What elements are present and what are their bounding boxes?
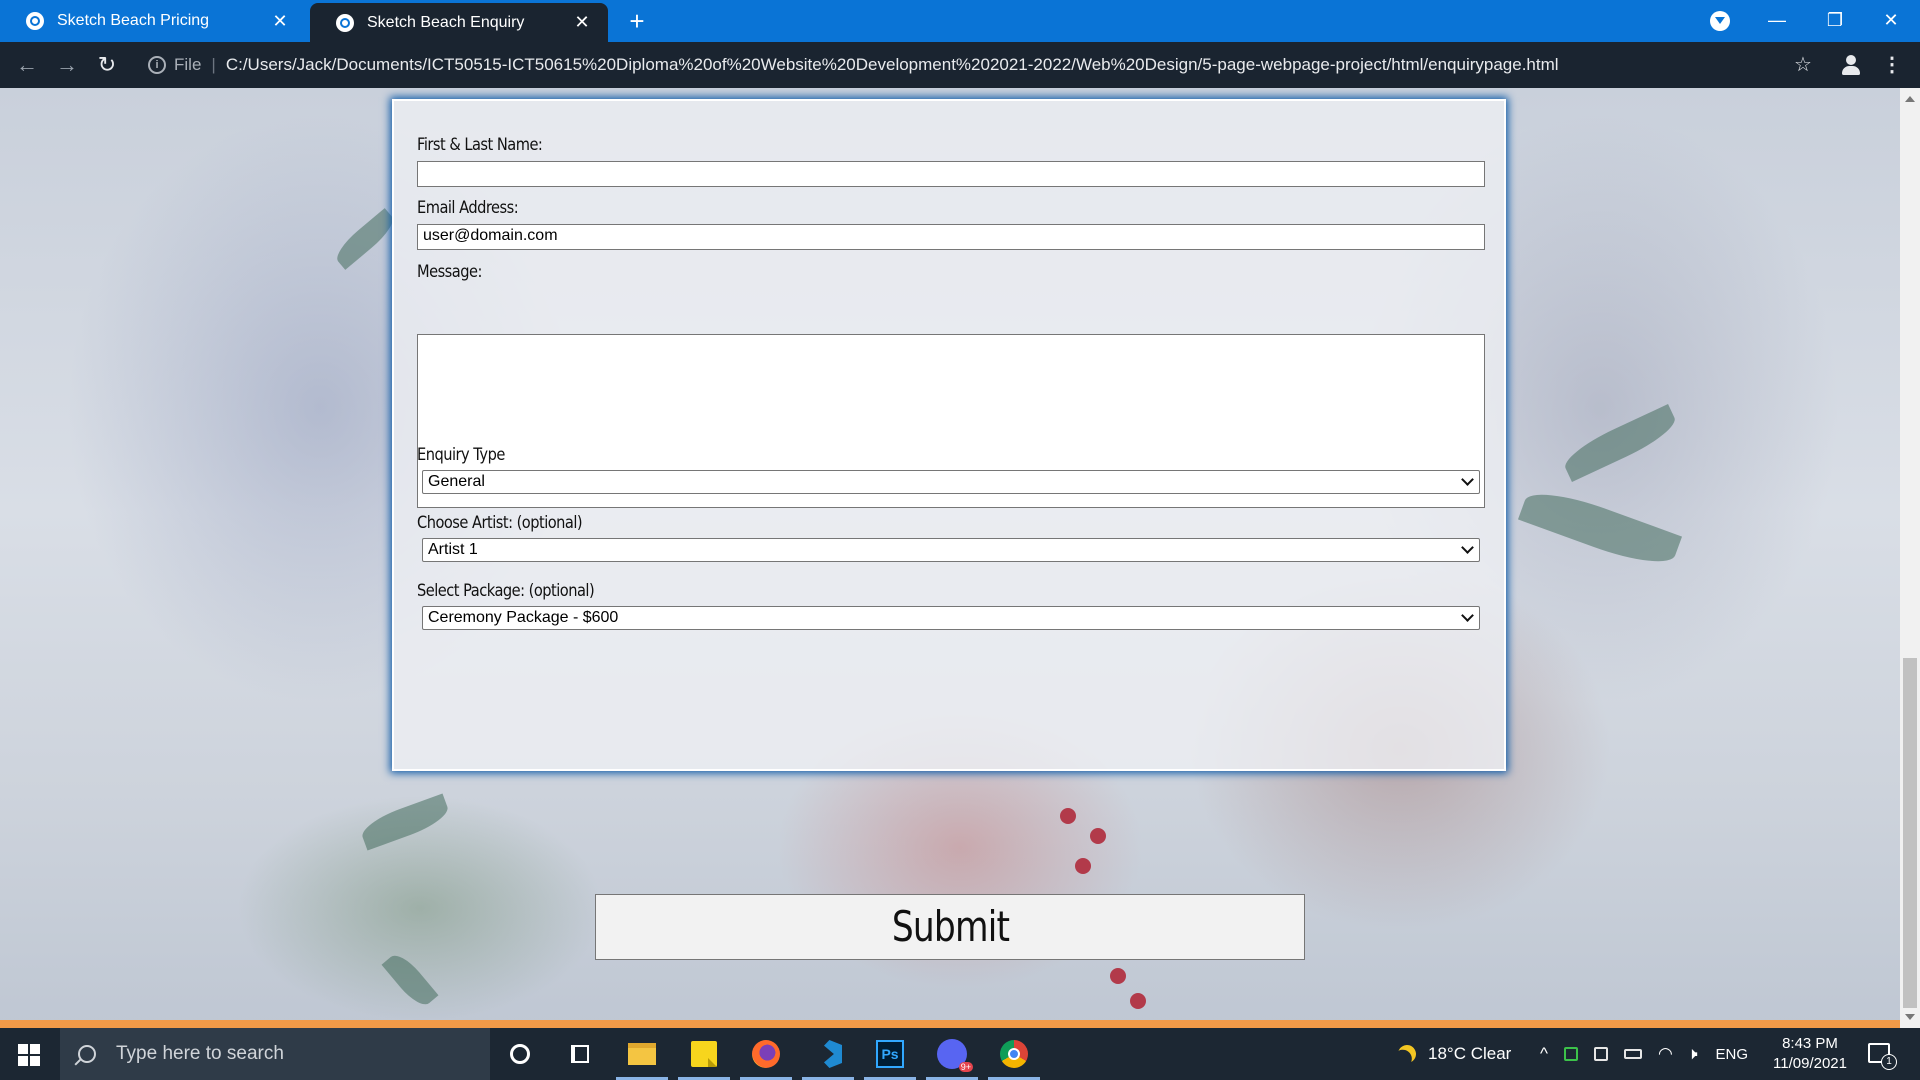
discord-icon[interactable] [926, 1036, 978, 1080]
forward-button[interactable]: → [52, 50, 82, 80]
file-explorer-icon[interactable] [616, 1036, 668, 1080]
browser-toolbar: ← → ↻ i File | C:/Users/Jack/Documents/I… [0, 42, 1920, 88]
enquiry-type-label: Enquiry Type [417, 445, 505, 465]
photoshop-icon[interactable]: Ps [864, 1036, 916, 1080]
battery-icon[interactable] [1623, 1049, 1642, 1059]
taskbar-search-box[interactable]: Type here to search [60, 1028, 490, 1080]
artist-select[interactable]: Artist 1 [422, 538, 1480, 562]
tab-close-icon[interactable]: ✕ [270, 11, 290, 32]
weather-widget[interactable]: 18°C Clear [1398, 1028, 1511, 1080]
enquiry-type-value: General [428, 473, 485, 490]
profile-icon[interactable] [1840, 54, 1862, 76]
sticky-notes-icon[interactable] [678, 1036, 730, 1080]
chevron-down-icon [1461, 473, 1474, 486]
name-label: First & Last Name: [417, 135, 543, 155]
globe-icon [26, 12, 44, 30]
address-separator: | [211, 55, 216, 74]
scrollbar-thumb[interactable] [1903, 658, 1917, 1008]
scroll-down-icon[interactable] [1905, 1014, 1915, 1020]
taskbar-clock[interactable]: 8:43 PM 11/09/2021 [1762, 1034, 1858, 1074]
tab-close-icon[interactable]: ✕ [572, 12, 592, 33]
package-value: Ceremony Package - $600 [428, 609, 619, 626]
bookmark-star-icon[interactable]: ☆ [1788, 50, 1818, 80]
chrome-icon[interactable] [988, 1036, 1040, 1080]
clock-time: 8:43 PM [1782, 1035, 1838, 1052]
vscode-icon[interactable] [802, 1036, 854, 1080]
address-bar[interactable]: i File | C:/Users/Jack/Documents/ICT5051… [140, 49, 1828, 81]
cortana-icon[interactable] [500, 1036, 540, 1072]
chevron-down-icon [1461, 609, 1474, 622]
windows-taskbar: Type here to search Ps 18°C Clear ^ ◠ 🕨 … [0, 1028, 1920, 1080]
message-label: Message: [417, 262, 482, 282]
artist-value: Artist 1 [428, 541, 478, 558]
reload-button[interactable]: ↻ [92, 50, 122, 80]
back-button[interactable]: ← [12, 50, 42, 80]
tab-search-icon[interactable] [1710, 11, 1730, 31]
search-icon [78, 1045, 96, 1063]
submit-button[interactable]: Submit [595, 894, 1305, 960]
artist-label: Choose Artist: (optional) [417, 513, 583, 533]
submit-label: Submit [891, 902, 1009, 951]
chevron-down-icon [1461, 541, 1474, 554]
moon-icon [1395, 1042, 1420, 1067]
minimize-button[interactable]: — [1748, 0, 1806, 42]
tab-title: Sketch Beach Pricing [57, 12, 210, 29]
language-indicator[interactable]: ENG [1716, 1046, 1749, 1063]
notification-center-icon[interactable] [1868, 1043, 1897, 1070]
app-tray-icon[interactable] [1563, 1047, 1578, 1061]
tab-sketch-beach-enquiry[interactable]: Sketch Beach Enquiry ✕ [310, 3, 608, 42]
email-label: Email Address: [417, 198, 519, 218]
page-footer-strip [0, 1020, 1900, 1028]
restore-button[interactable]: ❐ [1806, 0, 1864, 42]
meet-now-icon[interactable] [1593, 1047, 1608, 1061]
page-scrollbar[interactable] [1900, 88, 1920, 1028]
new-tab-button[interactable]: + [622, 6, 652, 36]
firefox-icon[interactable] [740, 1036, 792, 1080]
package-label: Select Package: (optional) [417, 581, 595, 601]
volume-muted-icon[interactable]: 🕨 [1687, 1044, 1698, 1064]
system-tray: ^ ◠ 🕨 ENG [1540, 1028, 1748, 1080]
scroll-up-icon[interactable] [1905, 96, 1915, 102]
scheme-label: File [174, 55, 202, 74]
tab-title: Sketch Beach Enquiry [367, 13, 525, 31]
enquiry-form: First & Last Name: Email Address: user@d… [392, 99, 1506, 771]
email-field[interactable]: user@domain.com [417, 224, 1485, 250]
tab-sketch-beach-pricing[interactable]: Sketch Beach Pricing ✕ [0, 0, 306, 42]
task-view-icon[interactable] [560, 1036, 600, 1072]
weather-text: 18°C Clear [1428, 1044, 1512, 1063]
enquiry-type-select[interactable]: General [422, 470, 1480, 494]
windows-start-icon[interactable] [18, 1044, 40, 1066]
search-placeholder: Type here to search [116, 1043, 284, 1064]
info-icon[interactable]: i [148, 56, 166, 74]
url-text[interactable]: C:/Users/Jack/Documents/ICT50515-ICT5061… [226, 55, 1559, 75]
page-viewport: First & Last Name: Email Address: user@d… [0, 88, 1900, 1028]
browser-tab-bar: Sketch Beach Pricing ✕ Sketch Beach Enqu… [0, 0, 1920, 42]
package-select[interactable]: Ceremony Package - $600 [422, 606, 1480, 630]
globe-icon [336, 13, 354, 32]
browser-menu-icon[interactable]: ⋮ [1882, 50, 1902, 80]
tray-overflow-icon[interactable]: ^ [1540, 1044, 1548, 1064]
wifi-icon[interactable]: ◠ [1658, 1044, 1673, 1064]
clock-date: 11/09/2021 [1773, 1055, 1847, 1072]
name-field[interactable] [417, 161, 1485, 187]
close-window-button[interactable]: ✕ [1862, 0, 1920, 42]
